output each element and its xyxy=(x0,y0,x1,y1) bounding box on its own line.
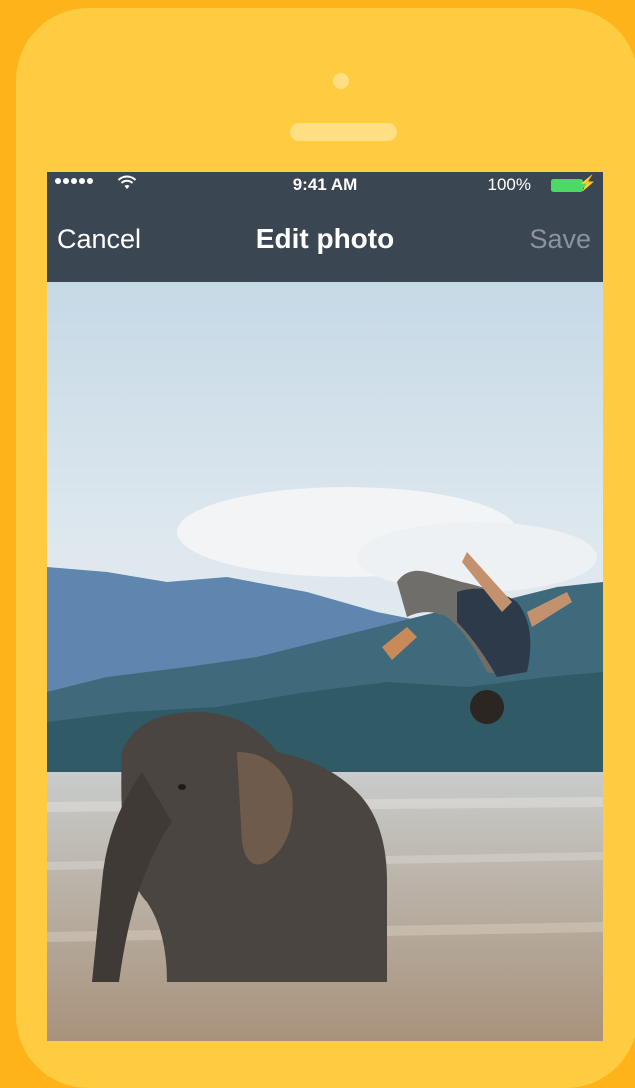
charging-bolt-icon: ⚡ xyxy=(578,175,597,192)
speaker-slot xyxy=(290,123,397,141)
page-title: Edit photo xyxy=(255,223,395,254)
photo-canvas[interactable] xyxy=(47,282,603,1041)
cloud xyxy=(357,522,597,592)
phone-screen: 9:41 AM 100% ⚡ Cancel Edit photo Save xyxy=(47,172,603,1041)
nav-bar: Cancel Edit photo Save xyxy=(47,198,603,282)
status-bar: 9:41 AM 100% ⚡ xyxy=(47,172,603,198)
camera-dot xyxy=(333,73,349,89)
battery-percent: 100% xyxy=(487,175,531,194)
save-button[interactable]: Save xyxy=(529,224,591,255)
